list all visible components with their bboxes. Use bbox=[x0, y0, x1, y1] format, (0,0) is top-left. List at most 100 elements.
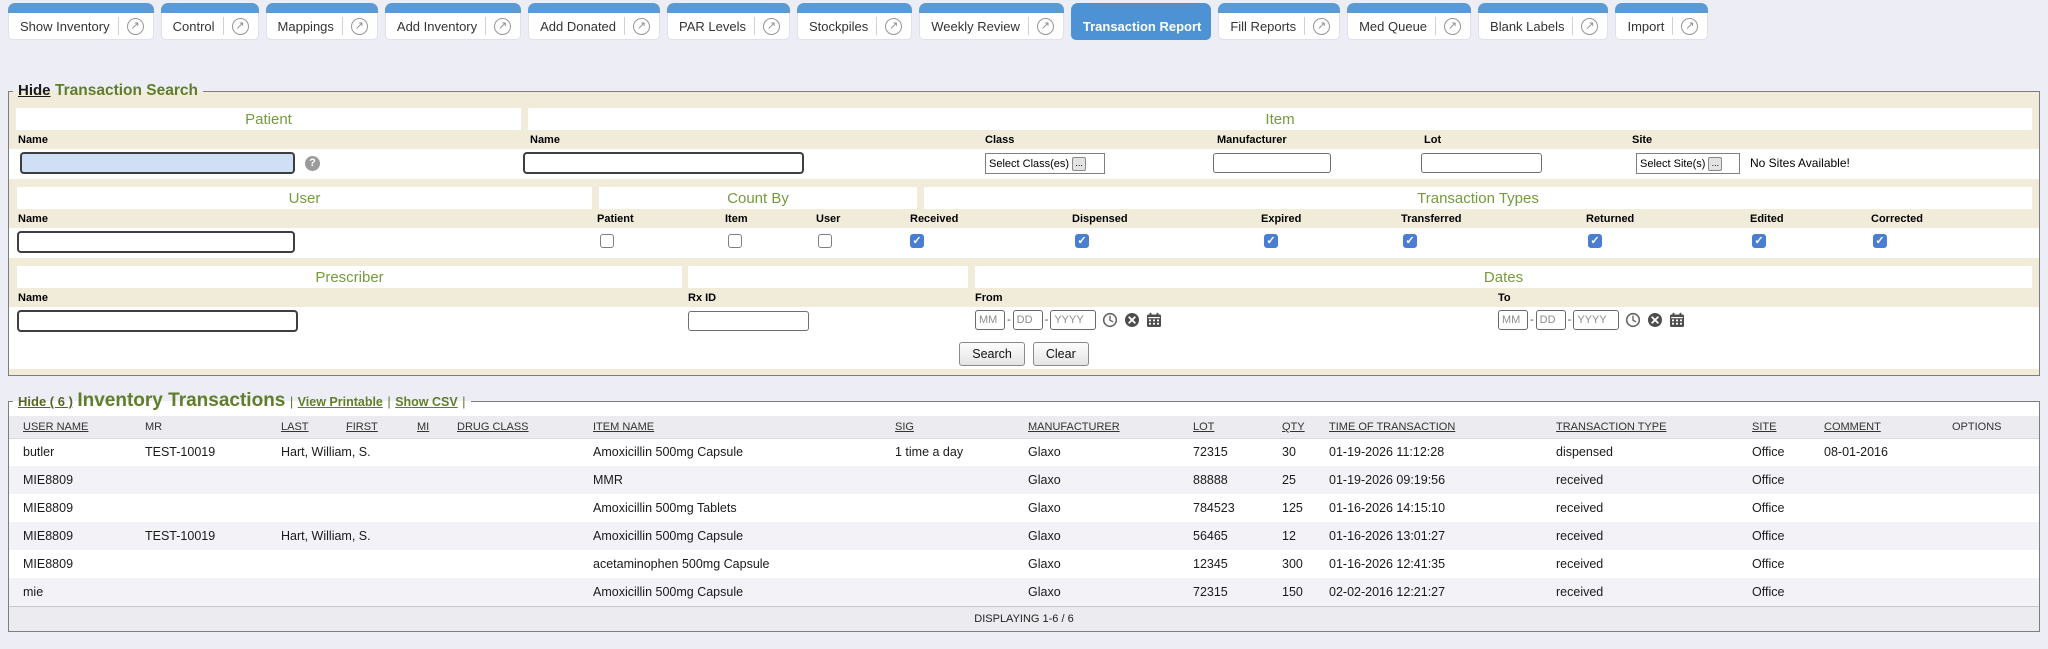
tab-stockpiles[interactable]: Stockpiles ↗ bbox=[797, 3, 912, 40]
open-new-window-icon[interactable]: ↗ bbox=[1681, 18, 1698, 35]
tab-accent-bar bbox=[8, 3, 154, 13]
tab-import[interactable]: Import ↗ bbox=[1615, 3, 1708, 40]
to-year-input[interactable] bbox=[1573, 310, 1619, 330]
site-select[interactable]: Select Site(s) ... bbox=[1636, 153, 1740, 174]
tab-add-donated[interactable]: Add Donated ↗ bbox=[528, 3, 660, 40]
column-header-site[interactable]: SITE bbox=[1738, 416, 1810, 438]
cell-user-name: MIE8809 bbox=[9, 550, 131, 578]
item-name-input[interactable] bbox=[523, 152, 804, 174]
hide-results-link[interactable]: Hide ( 6 ) bbox=[18, 394, 73, 409]
site-browse-button[interactable]: ... bbox=[1708, 157, 1722, 171]
cell-options bbox=[1938, 550, 2039, 578]
manufacturer-input[interactable] bbox=[1213, 153, 1331, 173]
type-received-checkbox[interactable] bbox=[910, 234, 924, 248]
column-header-drug-class[interactable]: DRUG CLASS bbox=[443, 416, 579, 438]
to-month-input[interactable] bbox=[1498, 310, 1528, 330]
site-label: Site bbox=[1632, 134, 1652, 146]
clear-button[interactable]: Clear bbox=[1033, 342, 1089, 366]
tab-divider bbox=[1672, 17, 1673, 35]
open-new-window-icon[interactable]: ↗ bbox=[633, 18, 650, 35]
class-browse-button[interactable]: ... bbox=[1072, 157, 1086, 171]
lot-label: Lot bbox=[1424, 134, 1441, 146]
from-year-input[interactable] bbox=[1050, 310, 1096, 330]
column-header-item-name[interactable]: ITEM NAME bbox=[579, 416, 881, 438]
column-header-user-name[interactable]: USER NAME bbox=[9, 416, 131, 438]
open-new-window-icon[interactable]: ↗ bbox=[1313, 18, 1330, 35]
type-transferred-checkbox[interactable] bbox=[1403, 234, 1417, 248]
hide-search-link[interactable]: Hide bbox=[18, 82, 51, 99]
open-new-window-icon[interactable]: ↗ bbox=[885, 18, 902, 35]
from-calendar-icon[interactable] bbox=[1146, 312, 1162, 328]
view-printable-link[interactable]: View Printable bbox=[298, 395, 383, 409]
to-clear-icon[interactable] bbox=[1647, 312, 1663, 328]
type-expired-checkbox[interactable] bbox=[1264, 234, 1278, 248]
legend-separator: | bbox=[290, 394, 293, 409]
tab-transaction-report[interactable]: Transaction Report ↗ bbox=[1071, 3, 1211, 40]
cell-comment: 08-01-2016 bbox=[1810, 438, 1938, 466]
lot-input[interactable] bbox=[1421, 153, 1542, 173]
user-name-input[interactable] bbox=[17, 231, 295, 253]
count-by-user-checkbox[interactable] bbox=[818, 234, 832, 248]
cell-site: Office bbox=[1738, 550, 1810, 578]
count-by-patient-checkbox[interactable] bbox=[600, 234, 614, 248]
from-clear-icon[interactable] bbox=[1124, 312, 1140, 328]
column-header-transaction-type[interactable]: TRANSACTION TYPE bbox=[1542, 416, 1738, 438]
from-date-group: - - bbox=[975, 310, 1162, 330]
patient-name-help-icon[interactable]: ? bbox=[305, 156, 320, 171]
from-day-input[interactable] bbox=[1013, 310, 1043, 330]
tab-mappings[interactable]: Mappings ↗ bbox=[266, 3, 378, 40]
column-header-time-of-transaction[interactable]: TIME OF TRANSACTION bbox=[1315, 416, 1542, 438]
no-sites-message: No Sites Available! bbox=[1750, 156, 1850, 170]
open-new-window-icon[interactable]: ↗ bbox=[127, 18, 144, 35]
search-button[interactable]: Search bbox=[959, 342, 1025, 366]
tab-show-inventory[interactable]: Show Inventory ↗ bbox=[8, 3, 154, 40]
class-select[interactable]: Select Class(es) ... bbox=[985, 153, 1105, 174]
open-new-window-icon[interactable]: ↗ bbox=[232, 18, 249, 35]
column-header-mi[interactable]: MI bbox=[403, 416, 443, 438]
class-select-label: Select Class(es) bbox=[989, 158, 1069, 170]
column-header-first[interactable]: FIRST bbox=[332, 416, 403, 438]
cell-item-name: Amoxicillin 500mg Capsule bbox=[579, 522, 881, 550]
open-new-window-icon[interactable]: ↗ bbox=[1444, 18, 1461, 35]
tab-blank-labels[interactable]: Blank Labels ↗ bbox=[1478, 3, 1608, 40]
tab-weekly-review[interactable]: Weekly Review ↗ bbox=[919, 3, 1064, 40]
column-header-last[interactable]: LAST bbox=[267, 416, 332, 438]
tab-par-levels[interactable]: PAR Levels ↗ bbox=[667, 3, 790, 40]
field-input-row bbox=[9, 228, 2039, 258]
cell-manufacturer: Glaxo bbox=[1014, 494, 1179, 522]
cell-comment bbox=[1810, 494, 1938, 522]
from-month-input[interactable] bbox=[975, 310, 1005, 330]
tab-label: Add Inventory bbox=[397, 19, 477, 34]
tab-control[interactable]: Control ↗ bbox=[161, 3, 259, 40]
to-day-input[interactable] bbox=[1536, 310, 1566, 330]
open-new-window-icon[interactable]: ↗ bbox=[763, 18, 780, 35]
type-edited-checkbox[interactable] bbox=[1752, 234, 1766, 248]
table-row: MIE8809 Amoxicillin 500mg Tablets Glaxo … bbox=[9, 494, 2039, 522]
column-header-lot[interactable]: LOT bbox=[1179, 416, 1268, 438]
column-header-qty[interactable]: QTY bbox=[1268, 416, 1315, 438]
to-time-icon[interactable] bbox=[1625, 312, 1641, 328]
open-new-window-icon[interactable]: ↗ bbox=[1037, 18, 1054, 35]
column-header-sig[interactable]: SIG bbox=[881, 416, 1014, 438]
type-corrected-checkbox[interactable] bbox=[1873, 234, 1887, 248]
type-returned-checkbox[interactable] bbox=[1588, 234, 1602, 248]
open-new-window-icon[interactable]: ↗ bbox=[351, 18, 368, 35]
prescriber-name-input[interactable] bbox=[17, 310, 298, 332]
patient-name-input[interactable] bbox=[20, 152, 295, 174]
rx-id-input[interactable] bbox=[688, 311, 809, 331]
open-new-window-icon[interactable]: ↗ bbox=[1581, 18, 1598, 35]
column-header-comment[interactable]: COMMENT bbox=[1810, 416, 1938, 438]
section-header-row: Patient Item bbox=[9, 108, 2039, 130]
count-by-item-checkbox[interactable] bbox=[728, 234, 742, 248]
from-time-icon[interactable] bbox=[1102, 312, 1118, 328]
open-new-window-icon[interactable]: ↗ bbox=[494, 18, 511, 35]
inventory-transactions-legend: Hide ( 6 ) Inventory Transactions | View… bbox=[13, 390, 471, 412]
show-csv-link[interactable]: Show CSV bbox=[395, 395, 458, 409]
tab-fill-reports[interactable]: Fill Reports ↗ bbox=[1218, 3, 1340, 40]
column-header-manufacturer[interactable]: MANUFACTURER bbox=[1014, 416, 1179, 438]
tab-med-queue[interactable]: Med Queue ↗ bbox=[1347, 3, 1471, 40]
type-dispensed-checkbox[interactable] bbox=[1075, 234, 1089, 248]
tab-add-inventory[interactable]: Add Inventory ↗ bbox=[385, 3, 521, 40]
to-calendar-icon[interactable] bbox=[1669, 312, 1685, 328]
tab-divider bbox=[485, 17, 486, 35]
